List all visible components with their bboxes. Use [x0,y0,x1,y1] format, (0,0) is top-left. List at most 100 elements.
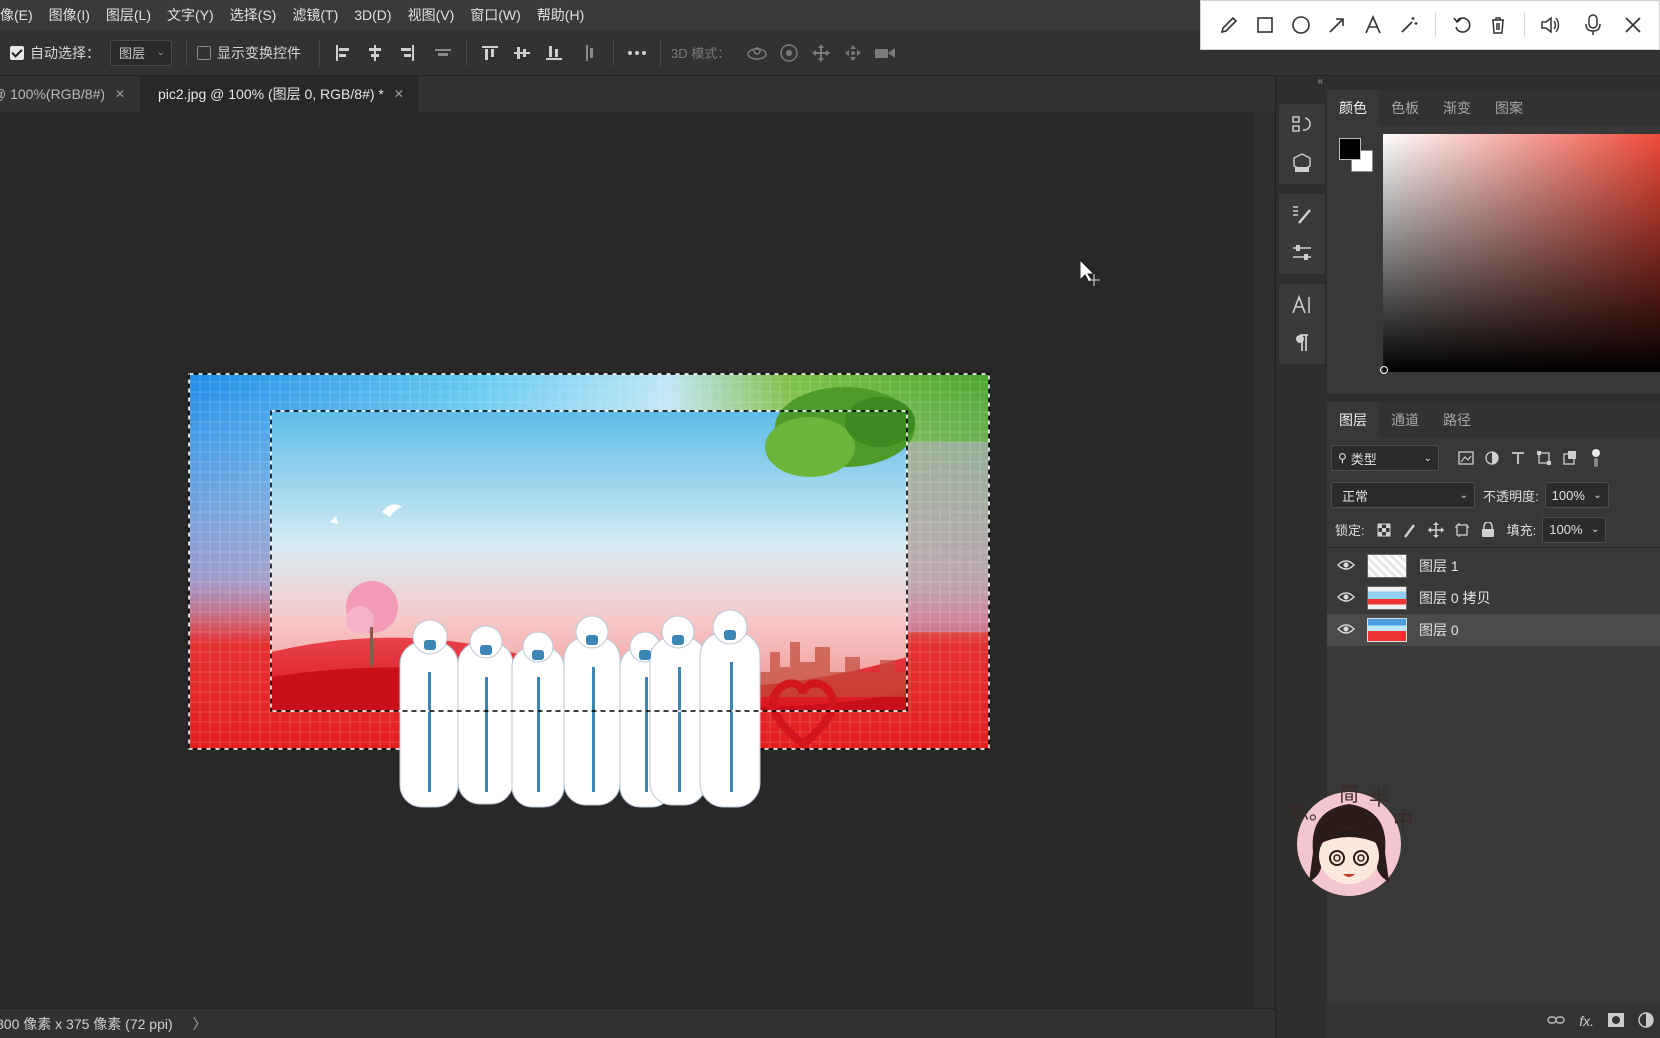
rectangle-icon[interactable] [1249,9,1281,41]
auto-select-checkbox[interactable] [10,45,24,60]
align-top-icon[interactable] [477,40,503,66]
add-mask-icon[interactable] [1608,1012,1624,1030]
layer-filter-dropdown[interactable]: ⚲ 类型 ⌄ [1331,445,1439,471]
more-options-icon[interactable] [624,40,650,66]
align-bottom-icon[interactable] [541,40,567,66]
speaker-icon[interactable] [1535,9,1567,41]
color-field[interactable] [1383,134,1660,372]
menu-3d[interactable]: 3D(D) [346,7,399,23]
menu-image[interactable]: 图像(I) [41,5,98,25]
show-transform-checkbox[interactable] [197,45,211,60]
filter-adjustment-icon[interactable] [1479,445,1505,471]
tab-gradients[interactable]: 渐变 [1431,90,1483,126]
3d-orbit-icon[interactable] [744,40,770,66]
3d-roll-icon[interactable] [776,40,802,66]
menu-window[interactable]: 窗口(W) [462,5,529,25]
avatar-sticker: 栋 。 简 半 中 [1285,782,1417,900]
align-left-icon[interactable] [330,40,356,66]
align-middle-v-icon[interactable] [509,40,535,66]
tab-document-1[interactable]: @ 100%(RGB/8#) ✕ [0,76,140,112]
align-center-h-icon[interactable] [362,40,388,66]
menu-help[interactable]: 帮助(H) [529,5,592,25]
distribute-h-icon[interactable] [430,40,456,66]
tab-patterns[interactable]: 图案 [1483,90,1535,126]
close-tab-icon[interactable]: ✕ [115,87,125,101]
filter-pixel-icon[interactable] [1453,445,1479,471]
tab-swatches[interactable]: 色板 [1379,90,1431,126]
layer-name[interactable]: 图层 1 [1419,556,1459,576]
tab-layers[interactable]: 图层 [1327,402,1379,438]
status-bar: 800 像素 x 375 像素 (72 ppi) 〉 [0,1008,1275,1038]
color-picker-handle[interactable] [1380,366,1388,374]
tab-pic2[interactable]: pic2.jpg @ 100% (图层 0, RGB/8#) * ✕ [140,76,418,112]
filter-shape-icon[interactable] [1531,445,1557,471]
close-icon[interactable] [1617,9,1649,41]
undo-icon[interactable] [1446,9,1478,41]
layer-name[interactable]: 图层 0 拷贝 [1419,588,1491,608]
filter-kind-value: 类型 [1350,451,1377,467]
layer-row-layer-0-copy[interactable]: 图层 0 拷贝 [1327,582,1660,614]
visibility-eye-icon[interactable] [1337,590,1357,606]
menu-type[interactable]: 文字(Y) [159,5,222,25]
blend-mode-dropdown[interactable]: 正常 ⌄ [1331,482,1475,508]
filter-toggle-icon[interactable] [1583,445,1609,471]
properties-sliders-icon[interactable] [1286,238,1318,268]
3d-slide-icon[interactable] [840,40,866,66]
chevron-down-icon: ⌄ [1423,452,1432,464]
move-cursor-icon [1079,258,1100,286]
collapse-arrows-icon[interactable]: « [1276,76,1327,90]
menu-layer[interactable]: 图层(L) [98,5,159,25]
trash-icon[interactable] [1482,9,1514,41]
menu-view[interactable]: 视图(V) [400,5,463,25]
circle-icon[interactable] [1285,9,1317,41]
layer-row-layer-1[interactable]: 图层 1 [1327,550,1660,582]
menu-filter[interactable]: 滤镜(T) [284,5,346,25]
magic-wand-icon[interactable] [1393,9,1425,41]
lock-all-icon[interactable] [1475,517,1501,543]
close-tab-icon[interactable]: ✕ [394,87,404,101]
lock-pixels-icon[interactable] [1397,517,1423,543]
lock-position-icon[interactable] [1423,517,1449,543]
text-tool-icon[interactable] [1357,9,1389,41]
filter-type-icon[interactable] [1505,445,1531,471]
visibility-eye-icon[interactable] [1337,558,1357,574]
color-panel: 颜色 色板 渐变 图案 [1327,76,1660,394]
tab-paths[interactable]: 路径 [1431,402,1483,438]
character-panel-icon[interactable] [1286,290,1318,320]
brush-settings-icon[interactable] [1286,200,1318,230]
history-icon[interactable] [1286,110,1318,140]
microphone-icon[interactable] [1577,9,1609,41]
paragraph-icon[interactable] [1286,328,1318,358]
adjustment-layer-icon[interactable] [1638,1011,1654,1031]
document-info[interactable]: 800 像素 x 375 像素 (72 ppi) [0,1014,173,1034]
3d-pan-icon[interactable] [808,40,834,66]
fill-input[interactable]: 100% ⌄ [1542,516,1607,543]
lock-transparent-icon[interactable] [1371,517,1397,543]
3d-panel-icon[interactable] [1286,148,1318,178]
fill-label: 填充: [1506,523,1537,538]
pencil-icon[interactable] [1213,9,1245,41]
show-transform-label: 显示变换控件 [217,44,301,61]
distribute-v-icon[interactable] [577,40,603,66]
layer-style-fx-button[interactable]: fx. [1579,1013,1594,1029]
arrow-icon[interactable] [1321,9,1353,41]
auto-select-dropdown[interactable]: 图层 ⌄ [110,39,172,66]
vertical-scrollbar[interactable] [1254,112,1274,1008]
menu-select[interactable]: 选择(S) [222,5,285,25]
auto-select-value: 图层 [119,46,146,61]
filter-smart-object-icon[interactable] [1557,445,1583,471]
menu-edit[interactable]: 像(E) [0,5,41,25]
link-layers-icon[interactable] [1547,1013,1565,1029]
lock-artboard-icon[interactable] [1449,517,1475,543]
layer-name[interactable]: 图层 0 [1419,620,1459,640]
visibility-eye-icon[interactable] [1337,622,1357,638]
layer-row-layer-0[interactable]: 图层 0 [1327,614,1660,646]
3d-camera-icon[interactable] [872,40,898,66]
align-right-icon[interactable] [394,40,420,66]
opacity-input[interactable]: 100% ⌄ [1544,482,1609,508]
document-canvas[interactable] [0,112,1254,1008]
foreground-swatch[interactable] [1339,138,1361,160]
tab-color[interactable]: 颜色 [1327,90,1379,126]
tab-channels[interactable]: 通道 [1379,402,1431,438]
status-menu-arrow[interactable]: 〉 [193,1014,207,1034]
